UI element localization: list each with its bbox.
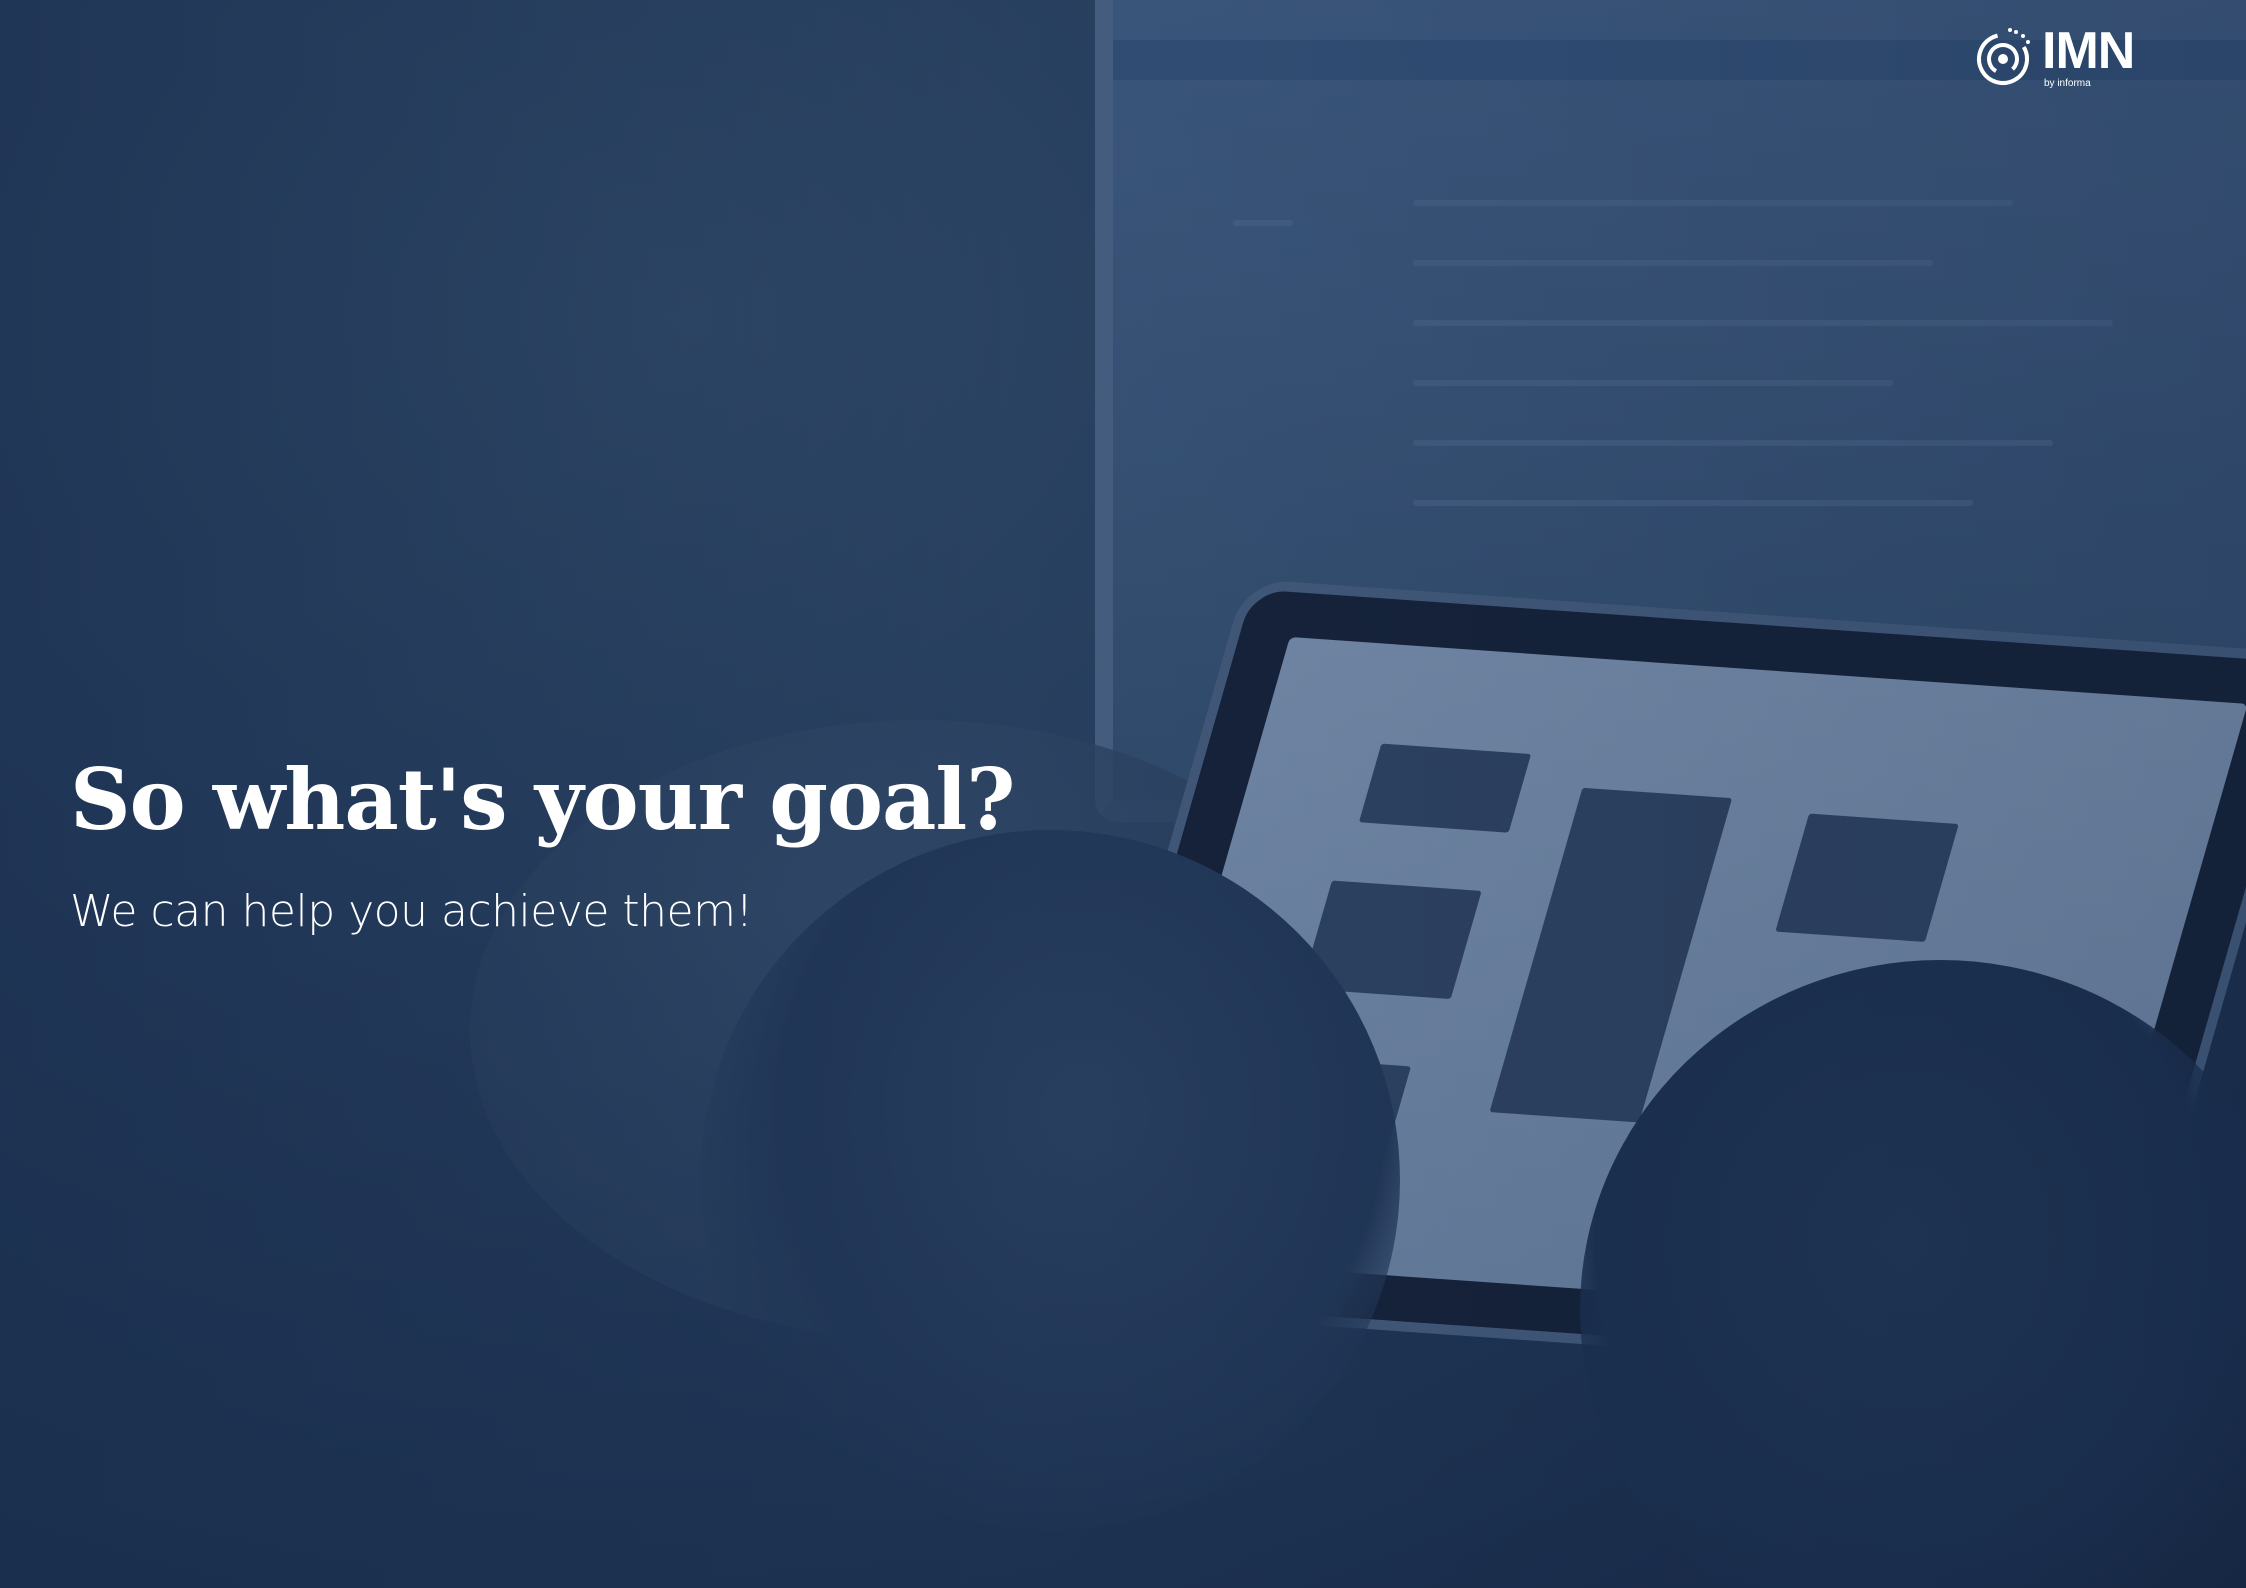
imn-ring-icon bbox=[1972, 26, 2034, 88]
page-title: So what's your goal? bbox=[70, 750, 1016, 849]
imn-logo[interactable]: IMN by informa bbox=[1972, 22, 2158, 92]
slide: IMN by informa So what's your goal? We c… bbox=[0, 0, 2246, 1588]
page-subtitle: We can help you achieve them! bbox=[70, 886, 753, 937]
logo-byline: by informa bbox=[2044, 78, 2091, 89]
logo-wordmark: IMN bbox=[2042, 22, 2135, 80]
